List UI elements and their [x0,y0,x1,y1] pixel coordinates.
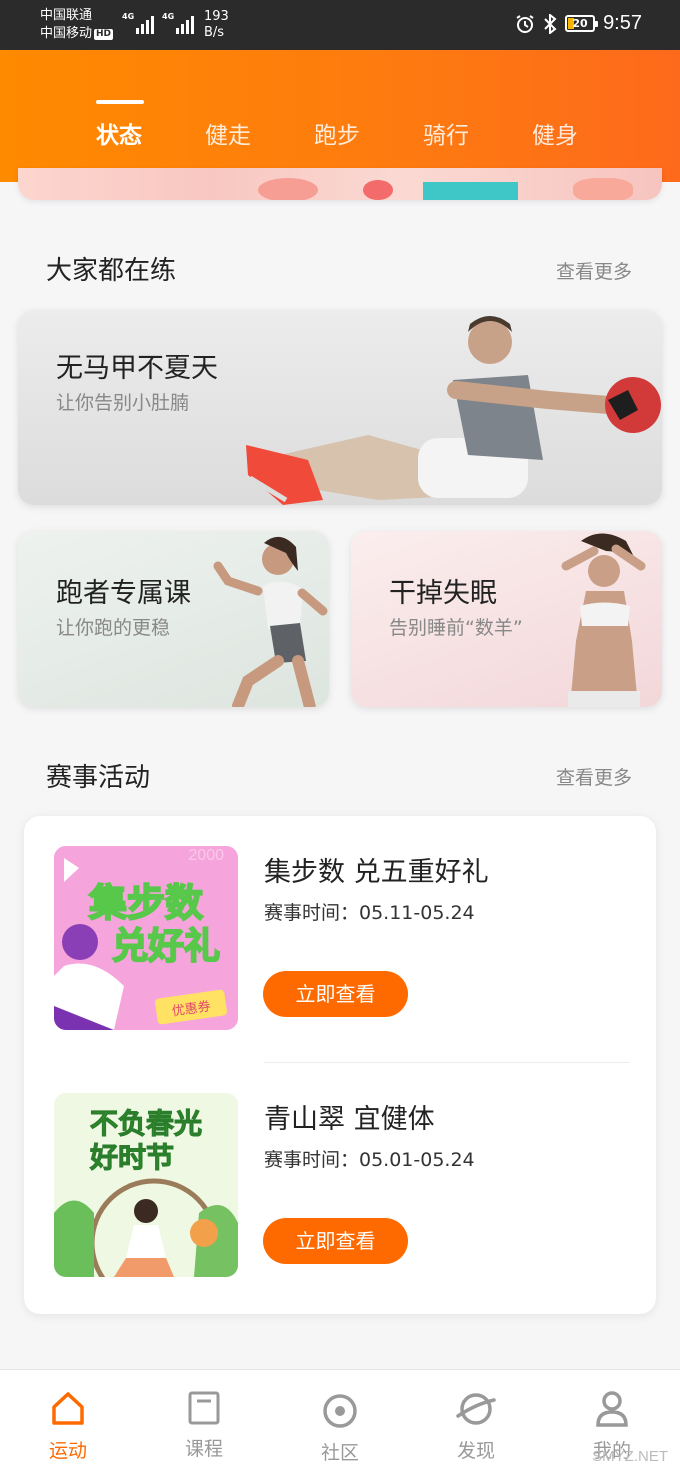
card-title: 干掉失眠 [389,578,497,609]
svg-text:集步数: 集步数 [88,881,203,925]
card-subtitle: 让你跑的更稳 [56,617,171,639]
home-icon [52,1392,84,1425]
carrier-2: 中国移动 [40,26,93,41]
profile-icon [596,1391,628,1427]
tab-walking[interactable]: 健走 [205,116,314,150]
next-section-title-partial [46,1355,166,1369]
tab-status[interactable]: 状态 [96,100,205,150]
discover-icon [456,1393,496,1425]
tab-cycling[interactable]: 骑行 [423,116,532,150]
tab-bar: 状态 健走 跑步 骑行 健身 [96,100,641,150]
status-bar: 中国联通 中国移动 HD 4G 4G 193 B/s 20 9:57 [0,0,680,50]
card-subtitle: 告别睡前“数羊” [389,617,523,639]
network-speed: 193 B/s [204,9,229,40]
alarm-icon [516,14,534,33]
event-poster[interactable]: 不负春光 好时节 [54,1093,238,1277]
community-icon [323,1394,357,1428]
event-item[interactable]: 2000 集步数 兑好礼 优惠券 集步数 兑五重好礼 赛事时间：05.11-05… [24,846,656,1046]
event-item[interactable]: 不负春光 好时节 青山翠 宜健体 赛事时间：05.01-05.24 立即查看 [24,1093,656,1293]
view-now-button[interactable]: 立即查看 [263,1218,408,1264]
signal-icons: 4G 4G [122,12,194,34]
promo-banner[interactable] [18,168,662,200]
events-see-more-link[interactable]: 查看更多 [556,763,632,790]
bottom-nav: 运动 课程 社区 发现 我的 SMYZ.NET [0,1369,680,1473]
event-title: 集步数 兑五重好礼 [264,857,489,888]
nav-discover[interactable]: 发现 [408,1370,544,1473]
workout-card-sleep[interactable]: 干掉失眠 告别睡前“数羊” [351,531,662,707]
bluetooth-icon [544,13,557,34]
watermark: SMYZ.NET [592,1448,668,1465]
workout-card-runner[interactable]: 跑者专属课 让你跑的更稳 [18,531,329,707]
events-section-title: 赛事活动 [46,763,151,793]
athlete-image [246,316,661,505]
event-poster[interactable]: 2000 集步数 兑好礼 优惠券 [54,846,238,1030]
top-header: 状态 健走 跑步 骑行 健身 [0,50,680,182]
event-date: 赛事时间：05.01-05.24 [264,1149,475,1171]
athlete-image [213,536,328,707]
course-icon [188,1391,220,1425]
nav-community[interactable]: 社区 [272,1370,408,1473]
popular-see-more-link[interactable]: 查看更多 [556,257,632,284]
event-date: 赛事时间：05.11-05.24 [264,902,475,924]
poster-art: 2000 集步数 兑好礼 优惠券 [54,846,238,1030]
svg-text:2000: 2000 [188,847,224,864]
card-title: 无马甲不夏天 [56,353,218,384]
view-now-button[interactable]: 立即查看 [263,971,408,1017]
hd-badge: HD [94,29,114,40]
nav-course[interactable]: 课程 [136,1370,272,1473]
signal-icon: 4G [122,12,154,34]
signal-icon: 4G [162,12,194,34]
svg-text:不负春光: 不负春光 [90,1107,202,1140]
poster-art: 不负春光 好时节 [54,1093,238,1277]
popular-section-title: 大家都在练 [46,256,177,286]
nav-sport[interactable]: 运动 [0,1370,136,1473]
tab-running[interactable]: 跑步 [314,116,423,150]
svg-text:好时节: 好时节 [89,1141,174,1174]
carrier-1: 中国联通 [40,8,93,23]
battery-icon: 20 [565,15,599,32]
card-title: 跑者专属课 [56,578,191,609]
events-card: 2000 集步数 兑好礼 优惠券 集步数 兑五重好礼 赛事时间：05.11-05… [24,816,656,1314]
tab-fitness[interactable]: 健身 [532,116,641,150]
svg-text:兑好礼: 兑好礼 [112,926,220,967]
event-title: 青山翠 宜健体 [264,1104,435,1135]
divider [264,1062,630,1063]
card-subtitle: 让你告别小肚腩 [56,392,190,414]
workout-card-abs[interactable]: 无马甲不夏天 让你告别小肚腩 [18,310,662,505]
carrier-info: 中国联通 中国移动 HD [40,7,114,43]
clock: 9:57 [603,12,642,34]
athlete-image [561,533,646,707]
